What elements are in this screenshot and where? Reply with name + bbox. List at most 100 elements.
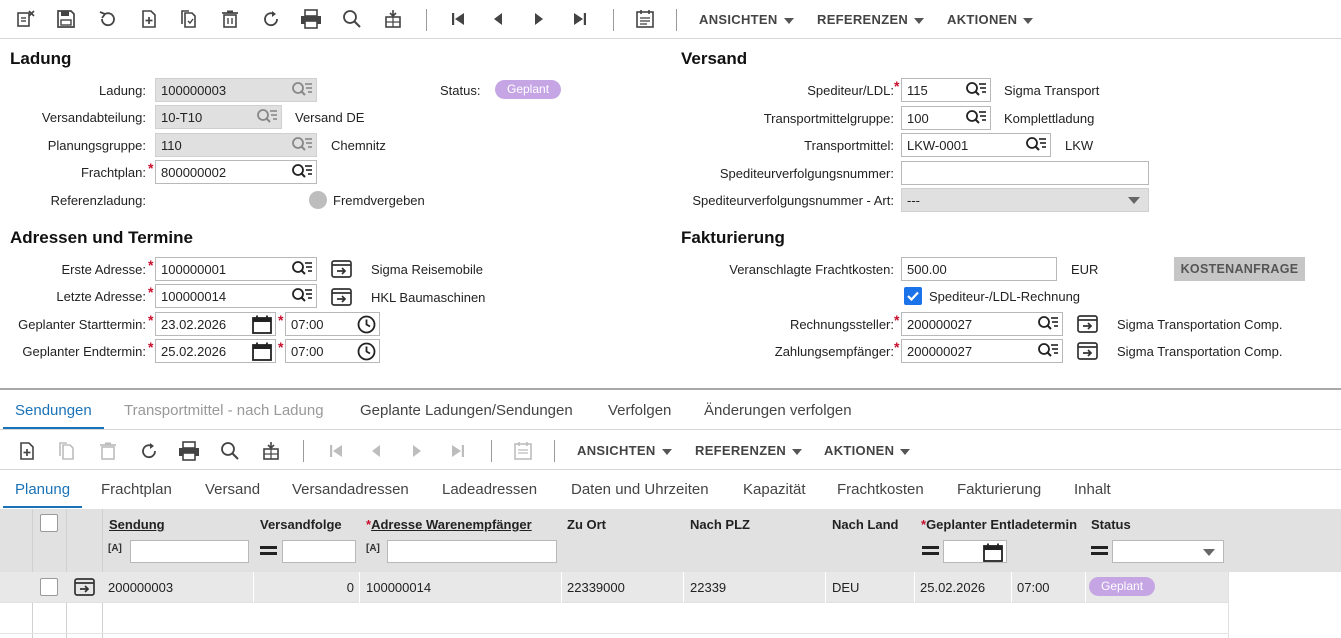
tab-transportmittel-nach-ladung[interactable]: Transportmittel - nach Ladung bbox=[124, 402, 324, 419]
text-filter-icon[interactable]: [A] bbox=[108, 543, 122, 554]
lookup-icon[interactable] bbox=[291, 260, 313, 280]
cell-zu-ort[interactable]: 22339000 bbox=[567, 580, 625, 595]
subtab-versandadressen[interactable]: Versandadressen bbox=[292, 481, 409, 498]
subtab-planung[interactable]: Planung bbox=[15, 481, 70, 498]
endtermin-date-field[interactable]: 25.02.2026 bbox=[155, 339, 276, 363]
zahlungsempfaenger-field[interactable]: 200000027 bbox=[901, 339, 1063, 363]
menu-ansichten[interactable]: ANSICHTEN bbox=[699, 12, 794, 27]
open-detail-icon[interactable] bbox=[331, 287, 352, 310]
first-record-icon[interactable] bbox=[447, 8, 469, 30]
refresh-icon[interactable] bbox=[138, 440, 160, 462]
tab-geplante-ladungen-sendungen[interactable]: Geplante Ladungen/Sendungen bbox=[360, 402, 573, 419]
tab-sendungen[interactable]: Sendungen bbox=[15, 402, 92, 419]
panel-splitter[interactable] bbox=[0, 388, 1341, 390]
subtab-frachtkosten[interactable]: Frachtkosten bbox=[837, 481, 924, 498]
filter-versandfolge-input[interactable] bbox=[282, 540, 356, 563]
transportmittelgruppe-field[interactable]: 100 bbox=[901, 106, 991, 130]
delete-icon[interactable] bbox=[97, 440, 119, 462]
print-icon[interactable] bbox=[178, 440, 200, 462]
lookup-icon[interactable] bbox=[965, 109, 987, 129]
subtab-versand[interactable]: Versand bbox=[205, 481, 260, 498]
column-header-versandfolge[interactable]: Versandfolge bbox=[260, 517, 342, 532]
column-header-nach-plz[interactable]: Nach PLZ bbox=[690, 517, 750, 532]
grid-menu-referenzen[interactable]: REFERENZEN bbox=[695, 443, 803, 458]
subtab-kapazitaet[interactable]: Kapazität bbox=[743, 481, 806, 498]
last-record-icon[interactable] bbox=[569, 8, 591, 30]
lookup-icon[interactable] bbox=[291, 287, 313, 307]
open-detail-icon[interactable] bbox=[1077, 314, 1098, 337]
equals-filter-icon[interactable] bbox=[260, 546, 277, 555]
filter-adresse-input[interactable] bbox=[387, 540, 557, 563]
discard-changes-icon[interactable] bbox=[15, 8, 37, 30]
equals-filter-icon[interactable] bbox=[922, 546, 939, 555]
subtab-frachtplan[interactable]: Frachtplan bbox=[101, 481, 172, 498]
column-header-zu-ort[interactable]: Zu Ort bbox=[567, 517, 606, 532]
filter-status-select[interactable] bbox=[1112, 540, 1224, 563]
filter-sendung-input[interactable] bbox=[130, 540, 249, 563]
column-header-adresse-warenempfaenger[interactable]: *Adresse Warenempfänger bbox=[366, 517, 532, 532]
grid-menu-aktionen[interactable]: AKTIONEN bbox=[824, 443, 911, 458]
spediteur-field[interactable]: 115 bbox=[901, 78, 991, 102]
print-icon[interactable] bbox=[300, 8, 322, 30]
cell-versandfolge[interactable]: 0 bbox=[253, 580, 354, 595]
add-record-icon[interactable] bbox=[138, 8, 160, 30]
tab-aenderungen-verfolgen[interactable]: Änderungen verfolgen bbox=[704, 402, 852, 419]
transportmittel-field[interactable]: LKW-0001 bbox=[901, 133, 1051, 157]
subtab-fakturierung[interactable]: Fakturierung bbox=[957, 481, 1041, 498]
filter-entladetermin-input[interactable] bbox=[943, 540, 1007, 563]
spediteurverfolgungsnummer-art-select[interactable]: --- bbox=[901, 188, 1149, 212]
previous-record-icon[interactable] bbox=[365, 440, 387, 462]
open-detail-icon[interactable] bbox=[74, 577, 95, 600]
schedule-icon[interactable] bbox=[634, 8, 656, 30]
text-filter-icon[interactable]: [A] bbox=[366, 543, 380, 554]
clock-icon[interactable] bbox=[357, 342, 376, 362]
rechnungssteller-field[interactable]: 200000027 bbox=[901, 312, 1063, 336]
lookup-icon[interactable] bbox=[291, 81, 313, 101]
spediteur-rechnung-checkbox[interactable] bbox=[904, 287, 922, 305]
cell-sendung[interactable]: 200000003 bbox=[108, 580, 173, 595]
open-detail-icon[interactable] bbox=[331, 259, 352, 282]
lookup-icon[interactable] bbox=[1037, 315, 1059, 335]
row-select-checkbox[interactable] bbox=[40, 578, 58, 596]
add-record-icon[interactable] bbox=[16, 440, 38, 462]
versandabteilung-field[interactable]: 10-T10 bbox=[155, 105, 282, 129]
cell-nach-plz[interactable]: 22339 bbox=[690, 580, 726, 595]
undo-icon[interactable] bbox=[96, 8, 118, 30]
cell-adresse[interactable]: 100000014 bbox=[366, 580, 431, 595]
column-header-sendung[interactable]: Sendung bbox=[109, 517, 165, 532]
calendar-icon[interactable] bbox=[252, 315, 272, 335]
menu-referenzen[interactable]: REFERENZEN bbox=[817, 12, 925, 27]
cell-nach-land[interactable]: DEU bbox=[832, 580, 859, 595]
clock-icon[interactable] bbox=[357, 315, 376, 335]
select-all-checkbox[interactable] bbox=[40, 514, 58, 532]
copy-record-icon[interactable] bbox=[178, 8, 200, 30]
cell-entladedatum[interactable]: 25.02.2026 bbox=[920, 580, 985, 595]
export-icon[interactable] bbox=[260, 440, 282, 462]
tab-verfolgen[interactable]: Verfolgen bbox=[608, 402, 671, 419]
starttermin-date-field[interactable]: 23.02.2026 bbox=[155, 312, 276, 336]
column-header-nach-land[interactable]: Nach Land bbox=[832, 517, 898, 532]
lookup-icon[interactable] bbox=[965, 81, 987, 101]
last-record-icon[interactable] bbox=[447, 440, 469, 462]
subtab-inhalt[interactable]: Inhalt bbox=[1074, 481, 1111, 498]
save-icon[interactable] bbox=[55, 8, 77, 30]
lookup-icon[interactable] bbox=[291, 136, 313, 156]
frachtplan-field[interactable]: 800000002 bbox=[155, 160, 317, 184]
column-header-entladetermin[interactable]: *Geplanter Entladetermin bbox=[921, 517, 1077, 532]
endtermin-time-field[interactable]: 07:00 bbox=[285, 339, 380, 363]
grid-menu-ansichten[interactable]: ANSICHTEN bbox=[577, 443, 672, 458]
cell-entladezeit[interactable]: 07:00 bbox=[1017, 580, 1050, 595]
menu-aktionen[interactable]: AKTIONEN bbox=[947, 12, 1034, 27]
calendar-icon[interactable] bbox=[983, 543, 1003, 565]
equals-filter-icon[interactable] bbox=[1091, 546, 1108, 555]
calendar-icon[interactable] bbox=[252, 342, 272, 362]
export-icon[interactable] bbox=[382, 8, 404, 30]
search-icon[interactable] bbox=[219, 440, 241, 462]
erste-adresse-field[interactable]: 100000001 bbox=[155, 257, 317, 281]
frachtkosten-input[interactable]: 500.00 bbox=[901, 257, 1057, 281]
open-detail-icon[interactable] bbox=[1077, 341, 1098, 364]
next-record-icon[interactable] bbox=[528, 8, 550, 30]
subtab-daten-und-uhrzeiten[interactable]: Daten und Uhrzeiten bbox=[571, 481, 709, 498]
first-record-icon[interactable] bbox=[325, 440, 347, 462]
next-record-icon[interactable] bbox=[406, 440, 428, 462]
